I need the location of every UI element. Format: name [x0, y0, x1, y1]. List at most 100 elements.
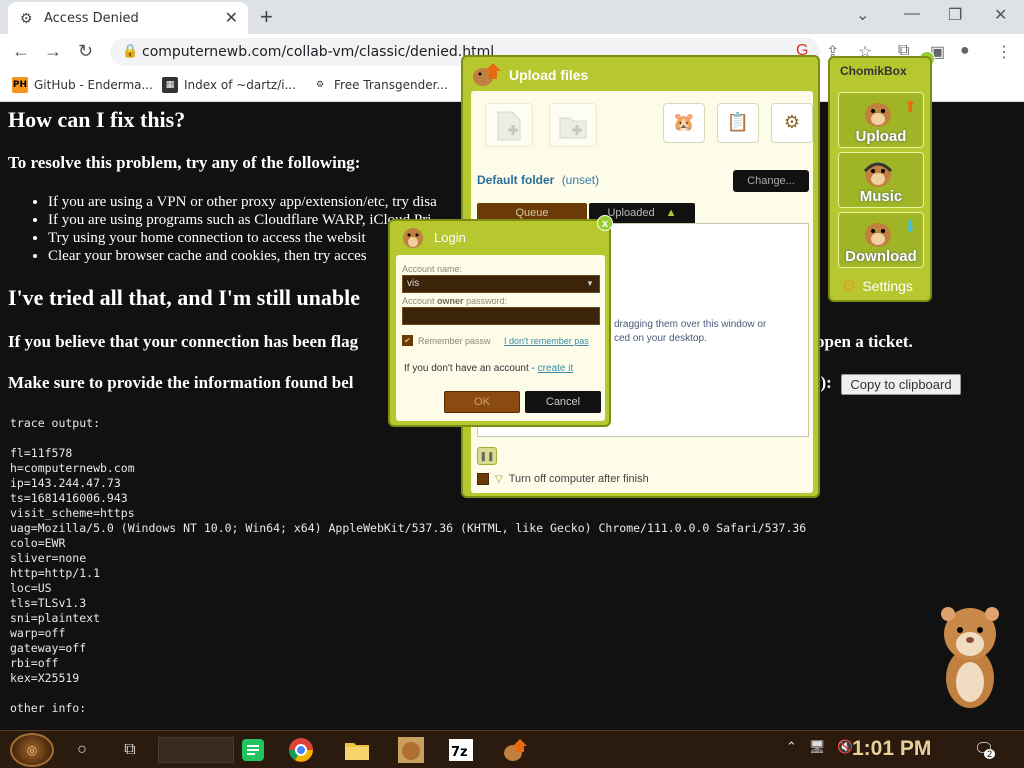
add-folder-icon — [559, 117, 587, 139]
default-folder-value: (unset) — [561, 173, 600, 187]
back-icon[interactable]: ← — [12, 41, 30, 62]
chomikbox-app-icon[interactable] — [396, 735, 426, 765]
hamster-icon: 🐹 — [672, 112, 696, 132]
copy-to-clipboard-button[interactable]: Copy to clipboard — [841, 374, 961, 395]
start-orb-icon: ◎ — [26, 743, 38, 757]
bookmark-item[interactable]: ▦ Index of ~dartz/i... — [162, 77, 296, 93]
chrome-icon[interactable] — [286, 735, 316, 765]
turn-off-checkbox[interactable] — [477, 473, 489, 485]
remember-password-option[interactable]: ✔ Remember passw — [402, 335, 491, 346]
bookmark-item[interactable]: ⚙ Free Transgender... — [312, 77, 448, 93]
dropdown-arrow-icon[interactable]: ▼ — [583, 277, 597, 291]
turn-off-label: Turn off computer after finish — [508, 473, 649, 485]
tab-uploaded-label: Uploaded — [607, 207, 655, 219]
account-name-combobox[interactable]: vis ▼ — [402, 275, 600, 293]
no-account-text: If you don't have an account - create it — [404, 363, 573, 374]
hamster-button[interactable]: 🐹 — [663, 103, 705, 143]
paste-button[interactable]: 📋 — [717, 103, 759, 143]
list-item: Clear your browser cache and cookies, th… — [48, 247, 437, 265]
remember-label: Remember passw — [418, 335, 491, 346]
7zip-icon[interactable]: 7z — [446, 735, 476, 765]
arrow-down-icon: ⬇ — [903, 219, 917, 236]
heading-tried: I've tried all that, and I'm still unabl… — [8, 285, 361, 310]
remember-checkbox[interactable]: ✔ — [402, 335, 413, 346]
hamster-icon — [865, 223, 891, 247]
no-account-label: If you don't have an account - — [404, 363, 535, 374]
forward-icon[interactable]: → — [44, 41, 62, 62]
download-button[interactable]: ⬇ Download — [838, 212, 924, 268]
fix-list: If you are using a VPN or other proxy ap… — [48, 193, 437, 265]
browser-tab[interactable]: ⚙ Access Denied ✕ — [8, 2, 248, 34]
lock-icon[interactable]: 🔒 — [122, 43, 138, 59]
grid-icon: ▦ — [162, 77, 178, 93]
heading-how-fix: How can I fix this? — [8, 107, 186, 132]
chomikbox-title: ChomikBox — [840, 64, 907, 78]
page-favicon-icon: ⚙ — [20, 10, 33, 26]
account-name-label: Account name: — [402, 264, 463, 274]
chevron-down-icon[interactable]: ⌄ — [856, 5, 869, 25]
upload-button[interactable]: ⬆ Upload — [838, 92, 924, 148]
minimize-icon[interactable]: — — [904, 5, 920, 23]
settings-button[interactable]: ⚙ — [771, 103, 813, 143]
hamster-upload-icon[interactable] — [500, 735, 530, 765]
system-tray: ⌃ 🖥 🔇 — [786, 739, 854, 755]
bookmark-item[interactable]: PH GitHub - Enderma... — [12, 77, 153, 93]
login-form: Account name: vis ▼ Account owner passwo… — [396, 255, 605, 421]
notification-icon[interactable]: 🗨 2 — [974, 739, 996, 759]
music-button[interactable]: Music — [838, 152, 924, 208]
drop-hint-line: dragging them over this window or — [614, 319, 767, 330]
close-window-icon[interactable]: ✕ — [994, 5, 1007, 25]
close-tab-icon[interactable]: ✕ — [225, 8, 238, 28]
hamster-icon — [865, 103, 891, 127]
start-button[interactable]: ◎ — [10, 733, 54, 767]
network-icon[interactable]: 🖥 — [809, 739, 826, 755]
pause-button[interactable]: ❚❚ — [477, 447, 497, 465]
default-folder-label: Default folder — [477, 173, 555, 187]
login-dialog: Login Account name: vis ▼ Account owner … — [388, 219, 611, 427]
heading-resolve: To resolve this problem, try any of the … — [8, 153, 361, 172]
ok-button[interactable]: OK — [444, 391, 520, 413]
turn-off-option[interactable]: ▽ Turn off computer after finish — [477, 473, 649, 485]
heading-flagged: If you believe that your connection has … — [8, 332, 359, 351]
warning-icon: ▲ — [665, 207, 677, 219]
password-label-part: password: — [466, 296, 508, 306]
globe-icon: ⚙ — [315, 80, 325, 90]
hamster-login-icon — [403, 228, 423, 248]
chevron-up-icon[interactable]: ⌃ — [786, 739, 797, 755]
menu-icon[interactable]: ⋮ — [996, 42, 1012, 62]
drop-hint-line: ced on your desktop. — [614, 333, 707, 344]
cancel-button[interactable]: Cancel — [525, 391, 601, 413]
heading-provide: Make sure to provide the information fou… — [8, 373, 354, 392]
create-account-link[interactable]: create it — [538, 363, 574, 374]
download-label: Download — [845, 248, 917, 265]
task-view-icon[interactable]: ⧉ — [116, 737, 144, 763]
notification-count: 2 — [984, 749, 996, 759]
settings-label: Settings — [862, 278, 913, 294]
search-circle-icon[interactable]: ○ — [68, 737, 96, 763]
default-folder-row: Default folder (unset) — [477, 173, 599, 187]
login-close-icon[interactable]: x — [597, 215, 613, 231]
forgot-password-link[interactable]: I don't remember pas — [504, 336, 604, 346]
drop-hint: dragging them over this window or ced on… — [614, 318, 766, 346]
notes-app-icon[interactable] — [238, 735, 268, 765]
restore-icon[interactable]: ❐ — [948, 5, 962, 25]
add-files-button[interactable] — [485, 103, 533, 147]
hamster-headphones-icon — [863, 162, 893, 187]
folder-icon[interactable] — [342, 735, 372, 765]
chomikbox-settings[interactable]: ⚙ Settings — [842, 276, 913, 296]
profile-icon[interactable]: ● — [960, 42, 970, 60]
clock[interactable]: 1:01 PM — [852, 737, 931, 761]
taskbar-search-box[interactable] — [158, 737, 234, 763]
taskbar: ◎ ○ ⧉ 7z ⌃ 🖥 🔇 1:01 PM 🗨 2 — [0, 730, 1024, 768]
tab-strip: ⚙ Access Denied ✕ + ⌄ — ❐ ✕ — [0, 0, 1024, 34]
add-folder-button[interactable] — [549, 103, 597, 147]
change-folder-button[interactable]: Change... — [733, 170, 809, 192]
new-tab-icon[interactable]: + — [260, 4, 273, 30]
reload-icon[interactable]: ↻ — [78, 41, 93, 62]
clipboard-icon: 📋 — [726, 112, 750, 132]
list-item: Try using your home connection to access… — [48, 229, 437, 247]
account-name-value[interactable]: vis — [407, 278, 419, 289]
url-text[interactable]: computernewb.com/collab-vm/classic/denie… — [142, 44, 494, 60]
password-field[interactable] — [402, 307, 600, 325]
password-label-part: owner — [437, 296, 464, 306]
